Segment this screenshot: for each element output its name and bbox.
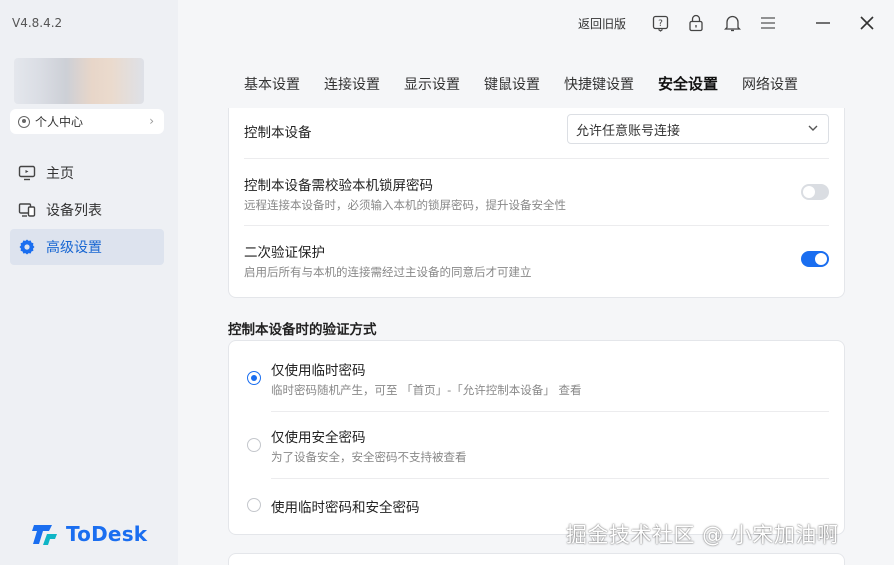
watermark: 掘金技术社区 @ 小宋加油啊 xyxy=(566,523,839,547)
settings-tabs: 基本设置 连接设置 显示设置 键鼠设置 快捷键设置 安全设置 网络设置 xyxy=(244,74,822,94)
sidebar-nav: 主页 设备列表 高级设置 xyxy=(10,155,164,266)
radio-temp-password[interactable] xyxy=(247,371,261,385)
chevron-right-icon: › xyxy=(149,114,154,128)
version-label: V4.8.4.2 xyxy=(12,16,63,30)
menu-icon[interactable] xyxy=(759,14,777,32)
radio-both-passwords[interactable] xyxy=(247,498,261,512)
control-device-select[interactable]: 允许任意账号连接 xyxy=(567,114,829,144)
bell-icon[interactable] xyxy=(723,14,741,32)
verify-method-section-title: 控制本设备时的验证方式 xyxy=(228,322,377,338)
lock-password-title: 控制本设备需校验本机锁屏密码 xyxy=(244,178,433,194)
next-settings-card xyxy=(228,553,845,565)
divider xyxy=(271,478,829,479)
tab-basic[interactable]: 基本设置 xyxy=(244,74,300,94)
toggle-knob xyxy=(815,253,827,265)
sidebar-item-advanced-settings[interactable]: 高级设置 xyxy=(10,229,164,265)
close-icon[interactable] xyxy=(858,14,876,32)
todesk-logo-icon xyxy=(32,525,57,545)
logo-text: ToDesk xyxy=(66,522,148,546)
second-verify-desc: 启用后所有与本机的连接需经过主设备的同意后才可建立 xyxy=(244,265,532,279)
minimize-icon[interactable] xyxy=(814,14,832,32)
divider xyxy=(244,225,829,226)
tab-keyboard-mouse[interactable]: 键鼠设置 xyxy=(484,74,540,94)
tab-connection[interactable]: 连接设置 xyxy=(324,74,380,94)
lock-icon[interactable] xyxy=(687,14,705,32)
verify-method-card: 仅使用临时密码 临时密码随机产生，可至 「首页」-「允许控制本设备」 查看 仅使… xyxy=(228,340,845,535)
option-title[interactable]: 仅使用安全密码 xyxy=(271,426,366,446)
avatar[interactable] xyxy=(14,58,144,104)
personal-center-label: 个人中心 xyxy=(35,115,84,129)
option-title[interactable]: 仅使用临时密码 xyxy=(271,359,366,379)
sidebar-item-home[interactable]: 主页 xyxy=(10,155,164,191)
back-to-old-version-link[interactable]: 返回旧版 xyxy=(578,15,626,32)
sidebar: V4.8.4.2 个人中心 › 主页 设备列表 高级设置 ToDesk xyxy=(0,0,178,565)
radio-security-password[interactable] xyxy=(247,438,261,452)
tab-shortcuts[interactable]: 快捷键设置 xyxy=(564,74,634,94)
sidebar-item-label: 高级设置 xyxy=(46,240,102,256)
divider xyxy=(244,158,829,159)
security-settings-card: 控制本设备 允许任意账号连接 控制本设备需校验本机锁屏密码 远程连接本设备时，必… xyxy=(228,108,845,298)
toggle-knob xyxy=(803,186,815,198)
svg-text:?: ? xyxy=(658,19,663,29)
control-device-value: 允许任意账号连接 xyxy=(576,123,681,139)
option-title[interactable]: 使用临时密码和安全密码 xyxy=(271,496,420,516)
device-list-icon xyxy=(18,201,36,219)
option-desc: 临时密码随机产生，可至 「首页」-「允许控制本设备」 查看 xyxy=(271,383,582,397)
divider xyxy=(271,411,829,412)
sidebar-item-device-list[interactable]: 设备列表 xyxy=(10,192,164,228)
help-icon[interactable]: ? xyxy=(651,14,669,32)
monitor-icon xyxy=(18,164,36,182)
lock-password-toggle[interactable] xyxy=(801,184,829,200)
option-desc: 为了设备安全，安全密码不支持被查看 xyxy=(271,450,467,464)
second-verify-toggle[interactable] xyxy=(801,251,829,267)
sidebar-item-label: 主页 xyxy=(46,166,74,182)
user-icon xyxy=(18,115,30,128)
personal-center-button[interactable]: 个人中心 › xyxy=(10,109,164,134)
todesk-logo: ToDesk xyxy=(32,521,147,547)
lock-password-desc: 远程连接本设备时，必须输入本机的锁屏密码，提升设备安全性 xyxy=(244,198,566,212)
tab-display[interactable]: 显示设置 xyxy=(404,74,460,94)
sidebar-item-label: 设备列表 xyxy=(46,203,102,219)
chevron-down-icon xyxy=(808,125,818,131)
gear-icon xyxy=(18,238,36,256)
tab-security[interactable]: 安全设置 xyxy=(658,73,718,94)
control-device-label: 控制本设备 xyxy=(244,125,312,141)
tab-network[interactable]: 网络设置 xyxy=(742,74,798,94)
second-verify-title: 二次验证保护 xyxy=(244,245,325,261)
